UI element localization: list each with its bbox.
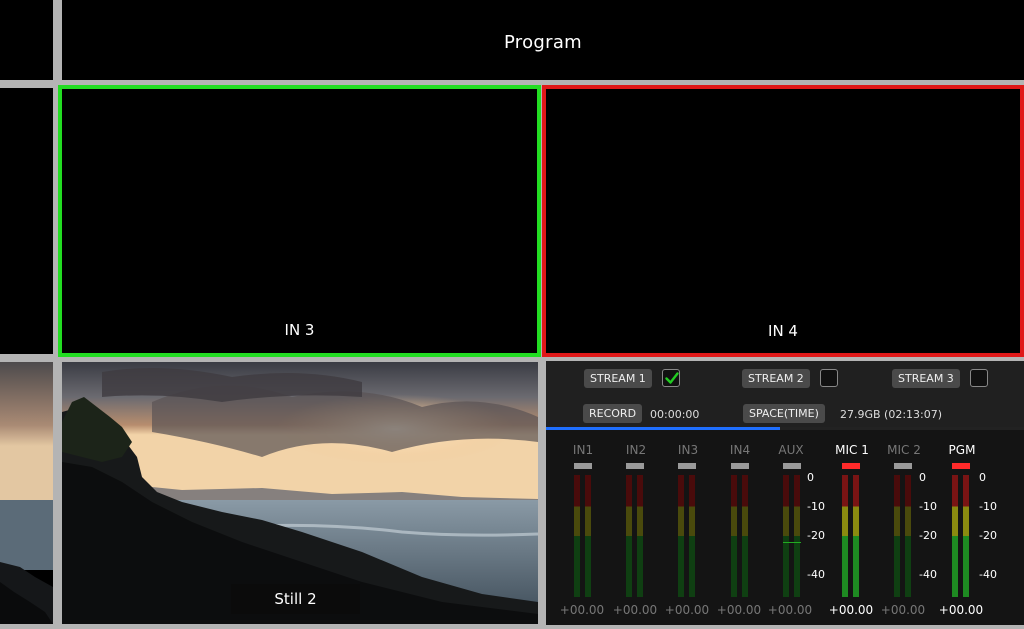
channel-strip-in4: IN4 +00.00 [715,443,765,623]
stream-1-checkbox[interactable] [662,369,680,387]
scale-tick: -20 [807,529,825,542]
scale-tick: -20 [919,529,937,542]
channel-name: IN4 [729,443,751,457]
still-1-thumbnail[interactable] [0,362,53,624]
level-meter-right [742,475,748,597]
aux-level-marker [783,542,801,543]
record-progress-fill [546,427,781,430]
record-progress-track [546,427,1024,430]
space-time-button[interactable]: SPACE(TIME) [743,404,825,423]
channel-gain-value[interactable]: +00.00 [657,603,717,617]
scale-tick: -10 [807,500,825,513]
channel-select-indicator[interactable] [678,463,696,469]
preview-view-in3[interactable]: IN 3 [58,85,541,357]
space-time-value: 27.9GB (02:13:07) [840,408,943,421]
channel-select-indicator[interactable] [626,463,644,469]
stream-1-label[interactable]: STREAM 1 [584,369,652,388]
record-button[interactable]: RECORD [583,404,643,423]
live-view-in4[interactable]: IN 4 [542,85,1024,357]
channel-select-indicator[interactable] [731,463,749,469]
level-meter-left [783,475,789,597]
level-meter-left [952,475,958,597]
scale-tick: -20 [979,529,997,542]
channel-gain-value[interactable]: +00.00 [760,603,820,617]
level-meter-right [794,475,800,597]
scale-tick: -40 [979,568,997,581]
scale-tick: -10 [919,500,937,513]
scale-tick: 0 [919,471,926,484]
level-meter-left [842,475,848,597]
scale-tick: -40 [807,568,825,581]
level-meter-left [894,475,900,597]
multiview-tile-top-left [0,0,53,80]
scale-tick: 0 [979,471,986,484]
channel-strip-mic1: MIC 1 +00.00 [827,443,877,623]
channel-select-indicator[interactable] [574,463,592,469]
level-meter-right [585,475,591,597]
level-meter-right [689,475,695,597]
stream-2-checkbox[interactable] [820,369,838,387]
channel-select-indicator[interactable] [842,463,860,469]
channel-name: IN3 [677,443,699,457]
audio-stream-panel: STREAM 1 STREAM 2 STREAM 3 RECORD 00:00:… [546,361,1024,625]
channel-name: IN2 [625,443,647,457]
stream-3-checkbox[interactable] [970,369,988,387]
channel-select-indicator[interactable] [952,463,970,469]
channel-gain-value[interactable]: +00.00 [552,603,612,617]
level-meter-right [905,475,911,597]
channel-gain-value[interactable]: +00.00 [931,603,991,617]
still-2-thumbnail[interactable]: Still 2 [62,362,538,624]
program-view[interactable]: Program [62,0,1024,80]
still-2-label: Still 2 [231,584,360,614]
scale-tick: 0 [807,471,814,484]
level-meter-left [626,475,632,597]
pgm-db-scale: 0 -10 -20 -40 [979,443,1015,603]
channel-gain-value[interactable]: +00.00 [605,603,665,617]
program-label: Program [503,32,583,53]
seascape-image [0,362,53,624]
stream-2-label[interactable]: STREAM 2 [742,369,810,388]
channel-strip-in1: IN1 +00.00 [558,443,608,623]
level-meter-right [637,475,643,597]
channel-strip-in2: IN2 +00.00 [611,443,661,623]
channel-gain-value[interactable]: +00.00 [821,603,881,617]
multiview-tile-mid-left [0,88,53,354]
channel-name: IN1 [572,443,594,457]
in4-label: IN 4 [768,322,798,340]
record-time: 00:00:00 [650,408,700,421]
stream-3-label[interactable]: STREAM 3 [892,369,960,388]
level-meter-right [963,475,969,597]
scale-tick: -40 [919,568,937,581]
level-meter-left [678,475,684,597]
level-meter-left [731,475,737,597]
scale-tick: -10 [979,500,997,513]
channel-strip-in3: IN3 +00.00 [663,443,713,623]
channel-select-indicator[interactable] [894,463,912,469]
channel-gain-value[interactable]: +00.00 [873,603,933,617]
check-icon [665,372,679,384]
channel-select-indicator[interactable] [783,463,801,469]
stream-record-bar: STREAM 1 STREAM 2 STREAM 3 RECORD 00:00:… [546,361,1024,427]
level-meter-right [853,475,859,597]
in3-label: IN 3 [284,321,315,339]
level-meter-left [574,475,580,597]
channel-name: MIC 1 [835,443,869,457]
